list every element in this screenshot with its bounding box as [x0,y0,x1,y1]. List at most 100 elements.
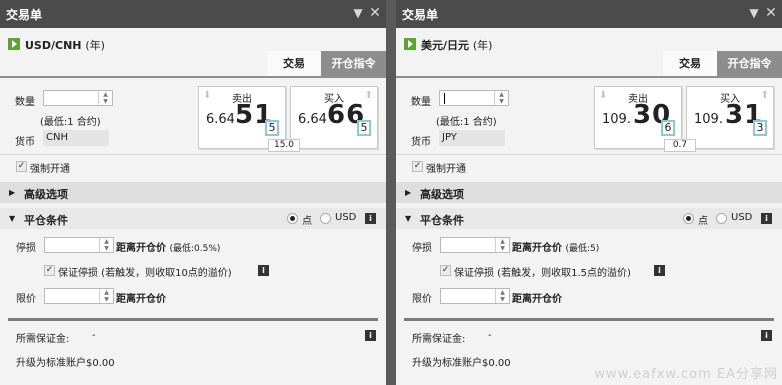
advanced-options-label: 高级选项 [24,188,68,201]
force-open-checkbox[interactable]: ✓ [16,161,27,172]
points-radio[interactable] [683,213,694,224]
divider [396,154,782,155]
stepper-down-icon[interactable]: ▼ [496,296,509,303]
distance-min: (最低:0.5%) [169,244,221,254]
distance-min: (最低:5) [565,244,600,254]
stop-loss-label: 停损 [412,243,432,254]
upgrade-account-link[interactable]: 升级为标准账户$0.00 [16,354,115,369]
distance-text: 距离开仓价 [116,243,166,254]
guaranteed-stop-checkbox[interactable]: ✓ [440,265,451,276]
quantity-stepper[interactable]: ▲ ▼ [439,90,509,106]
usd-radio-label: USD [731,212,753,223]
info-icon[interactable]: i [654,265,665,276]
info-icon[interactable]: i [761,330,772,341]
stepper-arrows[interactable]: ▲ ▼ [495,238,509,252]
margin-required-label: 所需保证金: [412,334,466,345]
window-titlebar[interactable]: 交易单 ▼ ✕ [0,0,386,28]
stepper-up-icon[interactable]: ▲ [100,238,113,245]
advanced-options-toggle[interactable]: ▶ 高级选项 [396,182,782,203]
tab-open-order[interactable]: 开仓指令 [321,51,386,76]
currency-value: JPY [439,130,505,146]
advanced-options-toggle[interactable]: ▶ 高级选项 [0,182,386,203]
stepper-arrows[interactable]: ▲ ▼ [495,289,509,303]
distance-text: 距离开仓价 [512,243,562,254]
stepper-up-icon[interactable]: ▲ [99,91,112,98]
stepper-down-icon[interactable]: ▼ [495,98,508,105]
limit-stepper[interactable]: ▲ ▼ [440,288,510,304]
stepper-down-icon[interactable]: ▼ [100,296,113,303]
close-icon[interactable]: ✕ [765,6,777,20]
currency-value: CNH [43,130,109,146]
buy-price-pip: 3 [753,120,767,136]
upgrade-account-link[interactable]: 升级为标准账户$0.00 [412,354,511,369]
quantity-label: 数量 [411,97,431,108]
limit-stepper[interactable]: ▲ ▼ [44,288,114,304]
quantity-stepper[interactable]: ▲ ▼ [43,90,113,106]
stepper-arrows[interactable]: ▲ ▼ [494,91,508,105]
usd-radio[interactable] [716,213,727,224]
sell-price-pip: 5 [265,120,279,136]
stepper-arrows[interactable]: ▲ ▼ [99,289,113,303]
limit-label: 限价 [16,294,36,305]
spread-value: 15.0 [268,139,300,152]
close-conditions-header[interactable]: ▼ 平仓条件 点 USD i [0,208,386,229]
stepper-up-icon[interactable]: ▲ [496,289,509,296]
stepper-arrows[interactable]: ▲ ▼ [99,238,113,252]
divider [404,318,774,321]
caret-right-icon: ▶ [405,188,412,197]
stepper-down-icon[interactable]: ▼ [496,245,509,252]
guaranteed-stop-checkbox[interactable]: ✓ [44,265,55,276]
instrument-header: USD/CNH (年) 交易 开仓指令 [0,34,386,76]
stop-loss-stepper[interactable]: ▲ ▼ [44,237,114,253]
force-open-label: 强制开通 [426,164,466,175]
info-icon[interactable]: i [365,213,376,224]
usd-radio[interactable] [320,213,331,224]
stop-loss-stepper[interactable]: ▲ ▼ [440,237,510,253]
chevron-down-icon[interactable]: ▼ [748,7,760,19]
info-icon[interactable]: i [761,213,772,224]
close-conditions-header[interactable]: ▼ 平仓条件 点 USD i [396,208,782,229]
quantity-hint: (最低:1 合约) [436,117,497,128]
stepper-up-icon[interactable]: ▲ [496,238,509,245]
stepper-up-icon[interactable]: ▲ [495,91,508,98]
buy-price-button[interactable]: ⬆ 买入 109. 31 3 [686,86,774,149]
instrument-name: 美元/日元 (年) [421,37,492,53]
sell-price-pip: 6 [661,120,675,136]
tab-divider [396,76,782,78]
chevron-down-icon[interactable]: ▼ [352,7,364,19]
buy-price-button[interactable]: ⬆ 买入 6.64 66 5 [290,86,378,149]
caret-right-icon: ▶ [9,188,16,197]
trade-ticket-usd-jpy: 交易单 ▼ ✕ 美元/日元 (年) 交易 开仓指令 数量 ▲ ▼ (最低:1 合约… [396,0,782,385]
tab-trade[interactable]: 交易 [663,51,717,76]
close-icon[interactable]: ✕ [369,6,381,20]
force-open-label: 强制开通 [30,164,70,175]
instrument-header: 美元/日元 (年) 交易 开仓指令 [396,34,782,76]
info-icon[interactable]: i [258,265,269,276]
close-conditions-label: 平仓条件 [24,214,68,227]
divider [0,154,386,155]
quantity-label: 数量 [15,97,35,108]
force-open-checkbox[interactable]: ✓ [412,161,423,172]
instrument-symbol: 美元/日元 [421,39,470,52]
play-icon [8,38,20,50]
stepper-up-icon[interactable]: ▲ [100,289,113,296]
stop-distance-label: 距离开仓价 (最低:5) [512,239,599,254]
buy-price-prefix: 6.64 [298,112,327,127]
tab-divider [0,76,386,78]
stepper-down-icon[interactable]: ▼ [99,98,112,105]
stepper-arrows[interactable]: ▲ ▼ [98,91,112,105]
window-titlebar[interactable]: 交易单 ▼ ✕ [396,0,782,28]
limit-distance-label: 距离开仓价 [116,294,166,305]
limit-distance-label: 距离开仓价 [512,294,562,305]
text-caret [444,93,445,104]
caret-down-icon: ▼ [9,214,16,223]
buy-price-pip: 5 [357,120,371,136]
sell-price-prefix: 109. [602,112,631,127]
points-radio[interactable] [287,213,298,224]
usd-radio-label: USD [335,212,357,223]
spread-value: 0.7 [664,139,696,152]
stepper-down-icon[interactable]: ▼ [100,245,113,252]
tab-trade[interactable]: 交易 [267,51,321,76]
info-icon[interactable]: i [365,330,376,341]
tab-open-order[interactable]: 开仓指令 [717,51,782,76]
